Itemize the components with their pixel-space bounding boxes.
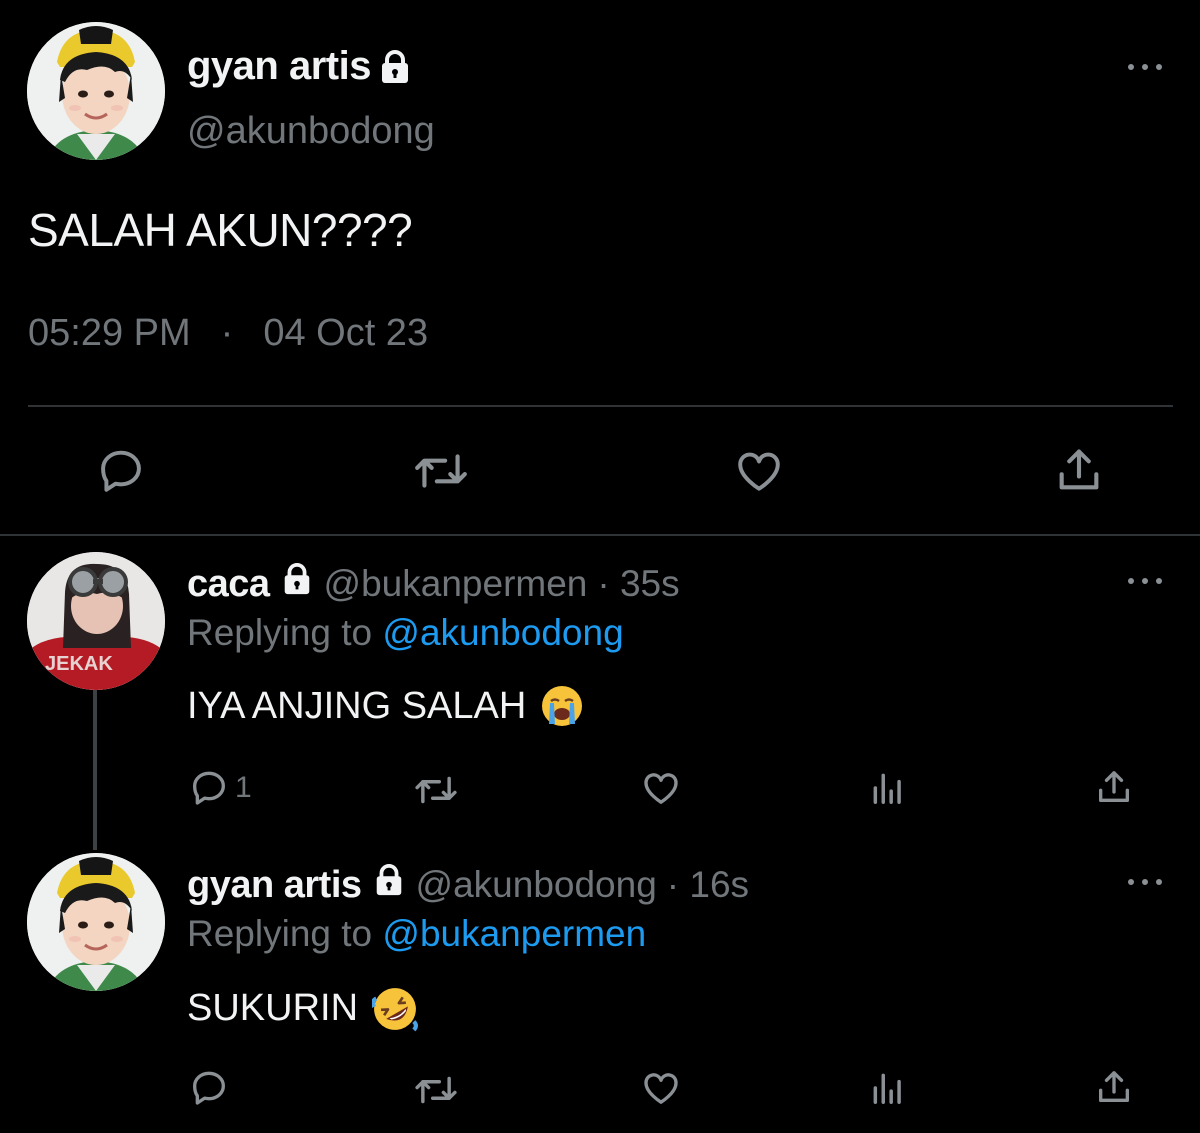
reply-icon[interactable] [96, 446, 146, 496]
more-icon[interactable] [1128, 576, 1162, 586]
replying-prefix: Replying to [187, 913, 373, 954]
main-tweet-author-handle[interactable]: @akunbodong [187, 110, 435, 153]
reply-header: caca @bukanpermen · 35s [187, 562, 680, 606]
reply-age: · 35s [597, 563, 680, 604]
reply-icon[interactable]: 1 [189, 768, 252, 808]
reply-age: · 16s [666, 864, 750, 905]
thread-line [93, 690, 97, 850]
like-icon[interactable] [640, 1068, 682, 1108]
rolling-on-floor-laughing-face-icon [372, 986, 419, 1032]
reply-header: gyan artis @akunbodong · 16s [187, 863, 749, 907]
share-icon[interactable] [1094, 766, 1134, 808]
lock-icon [280, 562, 314, 596]
tweet-date: 04 Oct 23 [263, 312, 429, 354]
like-icon[interactable] [640, 768, 682, 808]
meta-separator: · [220, 312, 234, 354]
replying-to: Replying to @bukanpermen [187, 913, 646, 955]
lock-icon [377, 49, 413, 85]
more-icon[interactable] [1128, 877, 1162, 887]
retweet-icon[interactable] [412, 446, 470, 496]
reply-author-name[interactable]: gyan artis [187, 864, 362, 907]
reply-text: SUKURIN [187, 986, 419, 1032]
more-icon[interactable] [1128, 62, 1162, 72]
lock-icon [372, 863, 406, 897]
views-icon[interactable] [869, 768, 907, 808]
main-tweet-author-name[interactable]: gyan artis [187, 44, 413, 89]
retweet-icon[interactable] [413, 770, 459, 810]
divider [0, 534, 1200, 536]
svg-text:JEKAK: JEKAK [45, 653, 113, 675]
avatar-gyan-artis[interactable] [27, 853, 165, 991]
loudly-crying-face-icon [540, 684, 584, 728]
replying-to-link[interactable]: @bukanpermen [382, 913, 646, 954]
like-icon[interactable] [733, 446, 785, 496]
author-name-text[interactable]: gyan artis [187, 44, 371, 89]
main-tweet-text: SALAH AKUN???? [28, 204, 413, 256]
retweet-icon[interactable] [413, 1070, 459, 1110]
reply-text: IYA ANJING SALAH [187, 684, 584, 728]
reply-author-name[interactable]: caca [187, 563, 270, 606]
replying-to: Replying to @akunbodong [187, 612, 624, 654]
reply-author-handle[interactable]: @akunbodong [416, 864, 657, 906]
tweet-time: 05:29 PM [28, 312, 191, 354]
main-tweet-timestamp[interactable]: 05:29 PM · 04 Oct 23 [28, 312, 428, 355]
replying-to-link[interactable]: @akunbodong [382, 612, 623, 653]
avatar-caca[interactable]: JEKAK [27, 552, 165, 690]
avatar-gyan-artis[interactable] [27, 22, 165, 160]
share-icon[interactable] [1053, 444, 1105, 496]
divider [28, 405, 1173, 407]
reply-author-handle[interactable]: @bukanpermen [324, 563, 588, 605]
replying-prefix: Replying to [187, 612, 373, 653]
views-icon[interactable] [869, 1068, 907, 1108]
reply-text-content: SUKURIN [187, 986, 359, 1029]
share-icon[interactable] [1094, 1066, 1134, 1108]
reply-count: 1 [235, 771, 252, 804]
reply-icon[interactable] [189, 1068, 229, 1108]
reply-text-content: IYA ANJING SALAH [187, 684, 527, 727]
